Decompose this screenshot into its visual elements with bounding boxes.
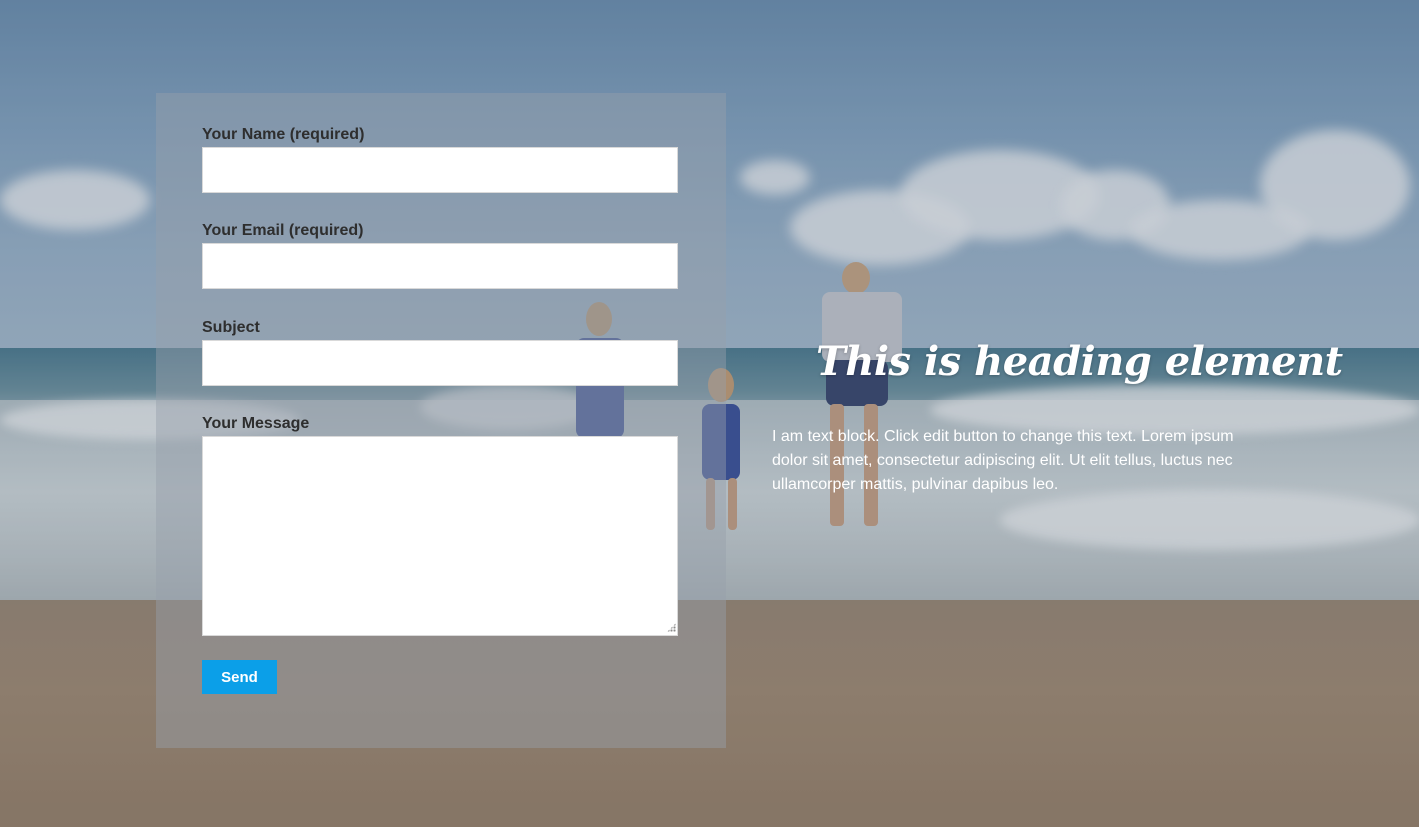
email-label: Your Email (required) <box>202 222 364 239</box>
name-label: Your Name (required) <box>202 126 365 143</box>
heading-element: This is heading element <box>816 338 1343 385</box>
message-label: Your Message <box>202 415 310 432</box>
name-input[interactable] <box>202 147 678 193</box>
subject-label: Subject <box>202 319 260 336</box>
send-button[interactable]: Send <box>202 660 277 694</box>
text-block: I am text block. Click edit button to ch… <box>772 428 1234 493</box>
email-input[interactable] <box>202 243 678 289</box>
message-textarea[interactable] <box>202 436 678 636</box>
contact-form: Your Name (required) Your Email (require… <box>156 93 726 748</box>
subject-input[interactable] <box>202 340 678 386</box>
